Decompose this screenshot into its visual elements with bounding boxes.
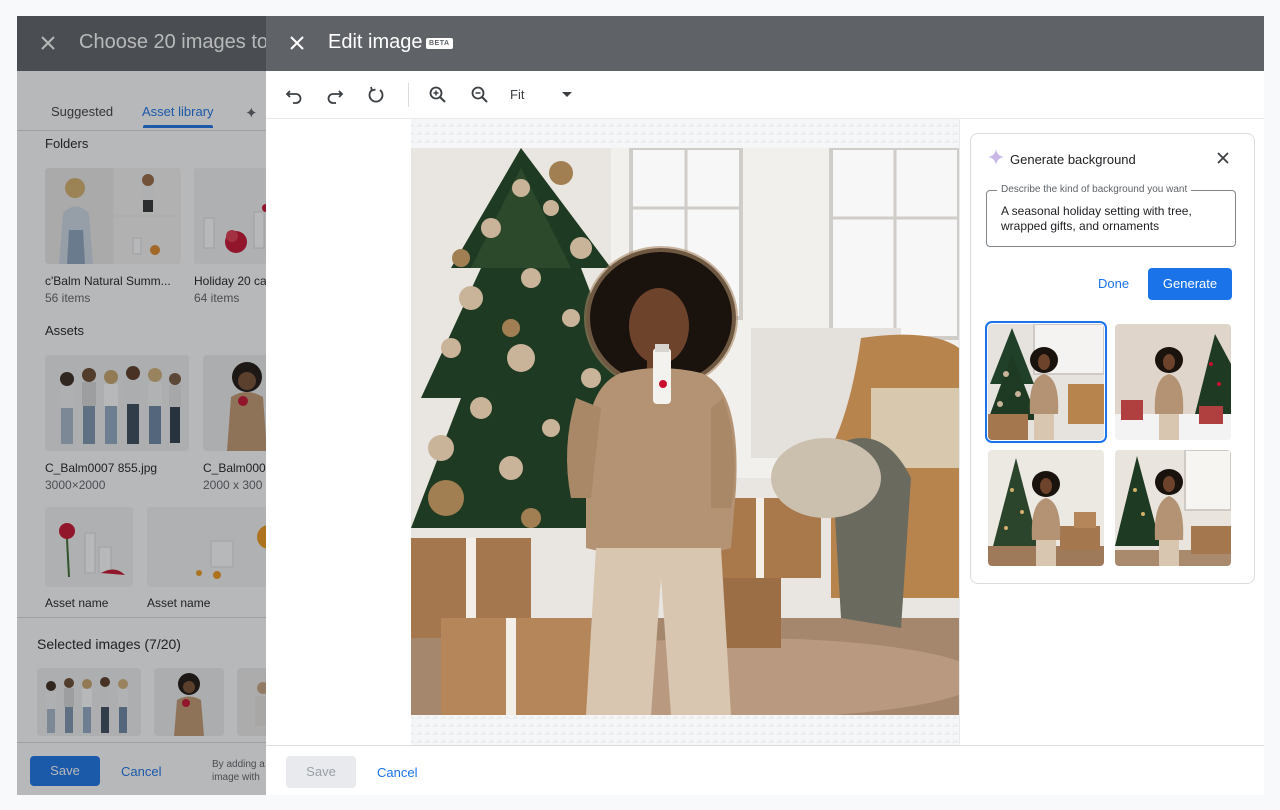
chevron-down-icon[interactable] <box>562 92 572 97</box>
beta-badge: BETA <box>426 38 453 49</box>
zoom-out-icon[interactable] <box>470 85 490 105</box>
save-button[interactable]: Save <box>286 756 356 788</box>
generate-background-card: Generate background Describe the kind of… <box>970 133 1255 584</box>
zoom-in-icon[interactable] <box>428 85 448 105</box>
sparkle-icon <box>988 149 1004 165</box>
done-button[interactable]: Done <box>1098 276 1129 291</box>
close-icon[interactable] <box>1216 151 1230 165</box>
prompt-field-label: Describe the kind of background you want <box>997 184 1192 195</box>
generated-result-thumbnail[interactable] <box>1115 324 1231 440</box>
background-prompt-field[interactable]: Describe the kind of background you want… <box>986 184 1236 247</box>
image-workspace <box>266 119 959 745</box>
toolbar-divider <box>408 83 409 107</box>
side-panel: Generate background Describe the kind of… <box>959 119 1264 745</box>
dialog-title: Edit image <box>328 31 423 53</box>
rotate-icon[interactable] <box>366 85 386 105</box>
prompt-field-value[interactable]: A seasonal holiday setting with tree, wr… <box>1001 204 1226 234</box>
editor-toolbar: Fit <box>266 71 1264 119</box>
dialog-header: Edit image BETA <box>266 16 1264 71</box>
screen: Choose 20 images to Suggested Asset libr… <box>0 0 1280 810</box>
generate-button[interactable]: Generate <box>1148 268 1232 300</box>
generate-background-title: Generate background <box>1010 152 1136 167</box>
close-icon[interactable] <box>288 34 306 52</box>
generated-result-thumbnail[interactable] <box>1115 450 1231 566</box>
edited-image[interactable] <box>411 148 959 715</box>
edit-image-dialog: Edit image BETA Fit Generate background … <box>266 16 1264 795</box>
generated-result-thumbnail[interactable] <box>988 450 1104 566</box>
dialog-footer: Save Cancel <box>266 745 1264 795</box>
generated-result-thumbnail[interactable] <box>985 321 1107 443</box>
modal-scrim <box>17 16 266 795</box>
cancel-button[interactable]: Cancel <box>377 765 417 780</box>
redo-icon[interactable] <box>325 85 345 105</box>
zoom-select-value[interactable]: Fit <box>510 87 524 102</box>
undo-icon[interactable] <box>284 85 304 105</box>
